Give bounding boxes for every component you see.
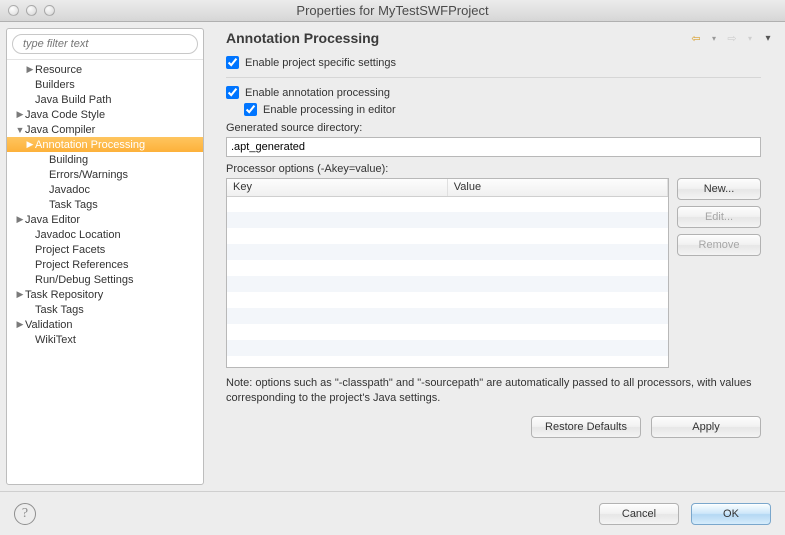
tree-item-label: Task Tags — [35, 304, 84, 316]
forward-icon: ⇨ — [725, 31, 739, 45]
forward-menu-icon: ▾ — [743, 31, 757, 45]
chevron-right-icon[interactable] — [25, 64, 35, 75]
window-titlebar: Properties for MyTestSWFProject — [0, 0, 785, 22]
tree-item[interactable]: Javadoc — [7, 182, 203, 197]
remove-button: Remove — [677, 234, 761, 256]
tree-item[interactable]: Java Code Style — [7, 107, 203, 122]
processor-options-label: Processor options (-Akey=value): — [226, 163, 761, 175]
table-row[interactable] — [227, 228, 668, 244]
table-row[interactable] — [227, 196, 668, 212]
table-row[interactable] — [227, 276, 668, 292]
gen-src-label: Generated source directory: — [226, 122, 761, 134]
tree-item[interactable]: Project Facets — [7, 242, 203, 257]
tree-item-label: Resource — [35, 64, 82, 76]
cancel-button[interactable]: Cancel — [599, 503, 679, 525]
dialog-footer: ? Cancel OK — [0, 491, 785, 535]
enable-annotation-processing-checkbox[interactable]: Enable annotation processing — [226, 86, 761, 99]
tree-item[interactable]: Task Repository — [7, 287, 203, 302]
tree-item-label: Errors/Warnings — [49, 169, 128, 181]
view-menu-icon[interactable]: ▾ — [761, 31, 775, 45]
restore-defaults-button[interactable]: Restore Defaults — [531, 416, 641, 438]
tree-item[interactable]: Run/Debug Settings — [7, 272, 203, 287]
chevron-right-icon[interactable] — [15, 214, 25, 225]
filter-input[interactable] — [12, 34, 198, 54]
table-row[interactable] — [227, 260, 668, 276]
tree-item[interactable]: Task Tags — [7, 302, 203, 317]
tree-item[interactable]: Validation — [7, 317, 203, 332]
apply-button[interactable]: Apply — [651, 416, 761, 438]
column-value[interactable]: Value — [447, 179, 667, 196]
table-row[interactable] — [227, 244, 668, 260]
tree-item[interactable]: Errors/Warnings — [7, 167, 203, 182]
processor-options-table[interactable]: Key Value — [226, 178, 669, 368]
enable-processing-in-editor-label: Enable processing in editor — [263, 104, 396, 116]
help-icon[interactable]: ? — [14, 503, 36, 525]
tree-item[interactable]: Java Editor — [7, 212, 203, 227]
tree-item[interactable]: Resource — [7, 62, 203, 77]
enable-project-specific-label: Enable project specific settings — [245, 57, 396, 69]
tree-item[interactable]: Javadoc Location — [7, 227, 203, 242]
chevron-right-icon[interactable] — [15, 319, 25, 330]
nav-tree: Resource Builders Java Build Path Java Code… — [7, 60, 203, 484]
tree-item-label: Project Facets — [35, 244, 105, 256]
ok-button[interactable]: OK — [691, 503, 771, 525]
tree-item[interactable]: Task Tags — [7, 197, 203, 212]
table-row[interactable] — [227, 292, 668, 308]
sidebar: Resource Builders Java Build Path Java Code… — [6, 28, 204, 485]
tree-item-label: Javadoc — [49, 184, 90, 196]
enable-annotation-processing-label: Enable annotation processing — [245, 87, 390, 99]
tree-item[interactable]: Builders — [7, 77, 203, 92]
enable-project-specific-input[interactable] — [226, 56, 239, 69]
chevron-down-icon[interactable] — [15, 125, 25, 135]
tree-item-label: Task Tags — [49, 199, 98, 211]
enable-project-specific-checkbox[interactable]: Enable project specific settings — [226, 56, 761, 69]
enable-processing-in-editor-input[interactable] — [244, 103, 257, 116]
tree-item[interactable]: Project References — [7, 257, 203, 272]
chevron-right-icon[interactable] — [25, 139, 35, 150]
new-button[interactable]: New... — [677, 178, 761, 200]
tree-item[interactable]: Building — [7, 152, 203, 167]
tree-item-label: Validation — [25, 319, 73, 331]
note-text: Note: options such as "-classpath" and "… — [226, 376, 761, 406]
divider — [226, 77, 761, 78]
tree-item-label: Project References — [35, 259, 129, 271]
window-title: Properties for MyTestSWFProject — [0, 3, 785, 18]
back-menu-icon[interactable]: ▾ — [707, 31, 721, 45]
content-pane: Annotation Processing ⇦ ▾ ⇨ ▾ ▾ Enable p… — [208, 28, 779, 485]
tree-item[interactable]: WikiText — [7, 332, 203, 347]
gen-src-input[interactable] — [226, 137, 761, 157]
tree-item-label: Java Build Path — [35, 94, 111, 106]
tree-item-label: Java Compiler — [25, 124, 95, 136]
chevron-right-icon[interactable] — [15, 109, 25, 120]
tree-item-label: Builders — [35, 79, 75, 91]
column-key[interactable]: Key — [227, 179, 447, 196]
tree-item-label: Annotation Processing — [35, 139, 145, 151]
tree-item-label: Building — [49, 154, 88, 166]
enable-annotation-processing-input[interactable] — [226, 86, 239, 99]
tree-item[interactable]: Java Compiler — [7, 122, 203, 137]
tree-item-label: Java Code Style — [25, 109, 105, 121]
table-row[interactable] — [227, 340, 668, 356]
tree-item[interactable]: Annotation Processing — [7, 137, 203, 152]
enable-processing-in-editor-checkbox[interactable]: Enable processing in editor — [244, 103, 761, 116]
table-row[interactable] — [227, 324, 668, 340]
chevron-right-icon[interactable] — [15, 289, 25, 300]
edit-button: Edit... — [677, 206, 761, 228]
tree-item-label: Run/Debug Settings — [35, 274, 133, 286]
back-icon[interactable]: ⇦ — [689, 31, 703, 45]
page-title: Annotation Processing — [226, 30, 379, 46]
tree-item-label: Javadoc Location — [35, 229, 121, 241]
tree-item-label: Java Editor — [25, 214, 80, 226]
table-row[interactable] — [227, 308, 668, 324]
tree-item-label: Task Repository — [25, 289, 103, 301]
table-row[interactable] — [227, 212, 668, 228]
tree-item[interactable]: Java Build Path — [7, 92, 203, 107]
tree-item-label: WikiText — [35, 334, 76, 346]
